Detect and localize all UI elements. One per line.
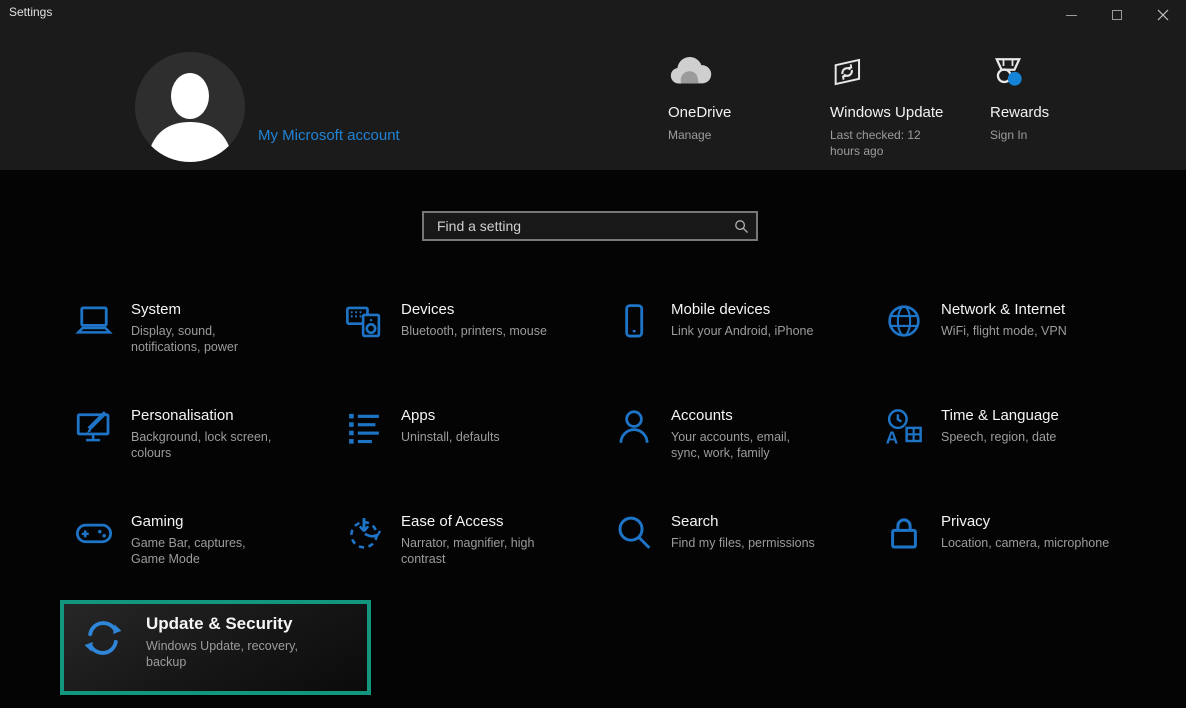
tile-time-language[interactable]: A Time & Language Speech, region, date (883, 406, 1116, 448)
tile-privacy[interactable]: Privacy Location, camera, microphone (883, 512, 1116, 554)
tile-subtitle: Display, sound, notifications, power (131, 323, 281, 355)
quick-action-title: Windows Update (830, 104, 980, 121)
privacy-lock-icon (883, 512, 925, 554)
tile-title: Ease of Access (401, 512, 551, 532)
system-icon (73, 300, 115, 342)
maximize-icon (1112, 10, 1122, 20)
tile-accounts[interactable]: Accounts Your accounts, email, sync, wor… (613, 406, 821, 461)
mobile-devices-icon (613, 300, 655, 342)
search-magnifier-icon (613, 512, 655, 554)
quick-action-onedrive[interactable]: OneDrive Manage (668, 50, 818, 143)
update-security-sync-icon (80, 615, 126, 661)
tile-subtitle: Game Bar, captures, Game Mode (131, 535, 281, 567)
quick-action-title: Rewards (990, 104, 1140, 121)
my-microsoft-account-link[interactable]: My Microsoft account (258, 127, 400, 144)
tile-gaming[interactable]: Gaming Game Bar, captures, Game Mode (73, 512, 281, 567)
window-title: Settings (9, 5, 52, 19)
tile-ease-of-access[interactable]: Ease of Access Narrator, magnifier, high… (343, 512, 551, 567)
tile-subtitle: Narrator, magnifier, high contrast (401, 535, 551, 567)
tile-subtitle: Speech, region, date (941, 429, 1116, 445)
devices-icon (343, 300, 385, 342)
tile-title: Network & Internet (941, 300, 1116, 320)
tile-title: Personalisation (131, 406, 281, 426)
accounts-person-icon (613, 406, 655, 448)
tile-update-security[interactable]: Update & Security Windows Update, recove… (60, 600, 371, 695)
tile-title: Update & Security (146, 613, 314, 635)
window-controls (1048, 0, 1186, 30)
tile-subtitle: Background, lock screen, colours (131, 429, 281, 461)
quick-action-windows-update[interactable]: Windows Update Last checked: 12 hours ag… (830, 50, 980, 159)
tile-subtitle: Link your Android, iPhone (671, 323, 846, 339)
apps-icon (343, 406, 385, 448)
quick-action-rewards[interactable]: Rewards Sign In (990, 50, 1140, 143)
person-silhouette-icon (135, 52, 245, 162)
search-input[interactable] (424, 218, 726, 234)
tile-title: Devices (401, 300, 576, 320)
onedrive-cloud-icon (668, 50, 818, 94)
svg-text:A: A (886, 428, 899, 448)
maximize-button[interactable] (1094, 0, 1140, 30)
search-icon[interactable] (726, 219, 756, 234)
tile-mobile-devices[interactable]: Mobile devices Link your Android, iPhone (613, 300, 846, 342)
windows-update-icon (830, 50, 980, 94)
tile-subtitle: Location, camera, microphone (941, 535, 1116, 551)
tile-title: Mobile devices (671, 300, 846, 320)
tile-title: Search (671, 512, 846, 532)
tile-subtitle: WiFi, flight mode, VPN (941, 323, 1116, 339)
tile-subtitle: Windows Update, recovery, backup (146, 638, 314, 670)
onedrive-manage-link[interactable]: Manage (668, 127, 818, 143)
tile-network-internet[interactable]: Network & Internet WiFi, flight mode, VP… (883, 300, 1116, 342)
tile-subtitle: Your accounts, email, sync, work, family (671, 429, 821, 461)
tile-subtitle: Uninstall, defaults (401, 429, 576, 445)
tile-title: System (131, 300, 281, 320)
time-language-icon: A (883, 406, 925, 448)
tile-title: Time & Language (941, 406, 1116, 426)
rewards-medal-icon (990, 50, 1140, 94)
tile-title: Gaming (131, 512, 281, 532)
tile-title: Accounts (671, 406, 821, 426)
close-icon (1157, 9, 1169, 21)
last-checked-status: Last checked: 12 hours ago (830, 127, 942, 159)
tile-title: Apps (401, 406, 576, 426)
gaming-controller-icon (73, 512, 115, 554)
tile-search[interactable]: Search Find my files, permissions (613, 512, 846, 554)
tile-system[interactable]: System Display, sound, notifications, po… (73, 300, 281, 355)
ease-of-access-icon (343, 512, 385, 554)
tile-title: Privacy (941, 512, 1116, 532)
avatar (135, 52, 245, 162)
tile-apps[interactable]: Apps Uninstall, defaults (343, 406, 576, 448)
close-button[interactable] (1140, 0, 1186, 30)
tile-subtitle: Find my files, permissions (671, 535, 846, 551)
network-internet-globe-icon (883, 300, 925, 342)
search-box (422, 211, 758, 241)
tile-devices[interactable]: Devices Bluetooth, printers, mouse (343, 300, 576, 342)
quick-action-title: OneDrive (668, 104, 818, 121)
tile-subtitle: Bluetooth, printers, mouse (401, 323, 576, 339)
rewards-sign-in-link[interactable]: Sign In (990, 127, 1140, 143)
minimize-button[interactable] (1048, 0, 1094, 30)
tile-personalisation[interactable]: Personalisation Background, lock screen,… (73, 406, 281, 461)
personalisation-icon (73, 406, 115, 448)
minimize-icon (1066, 15, 1077, 16)
